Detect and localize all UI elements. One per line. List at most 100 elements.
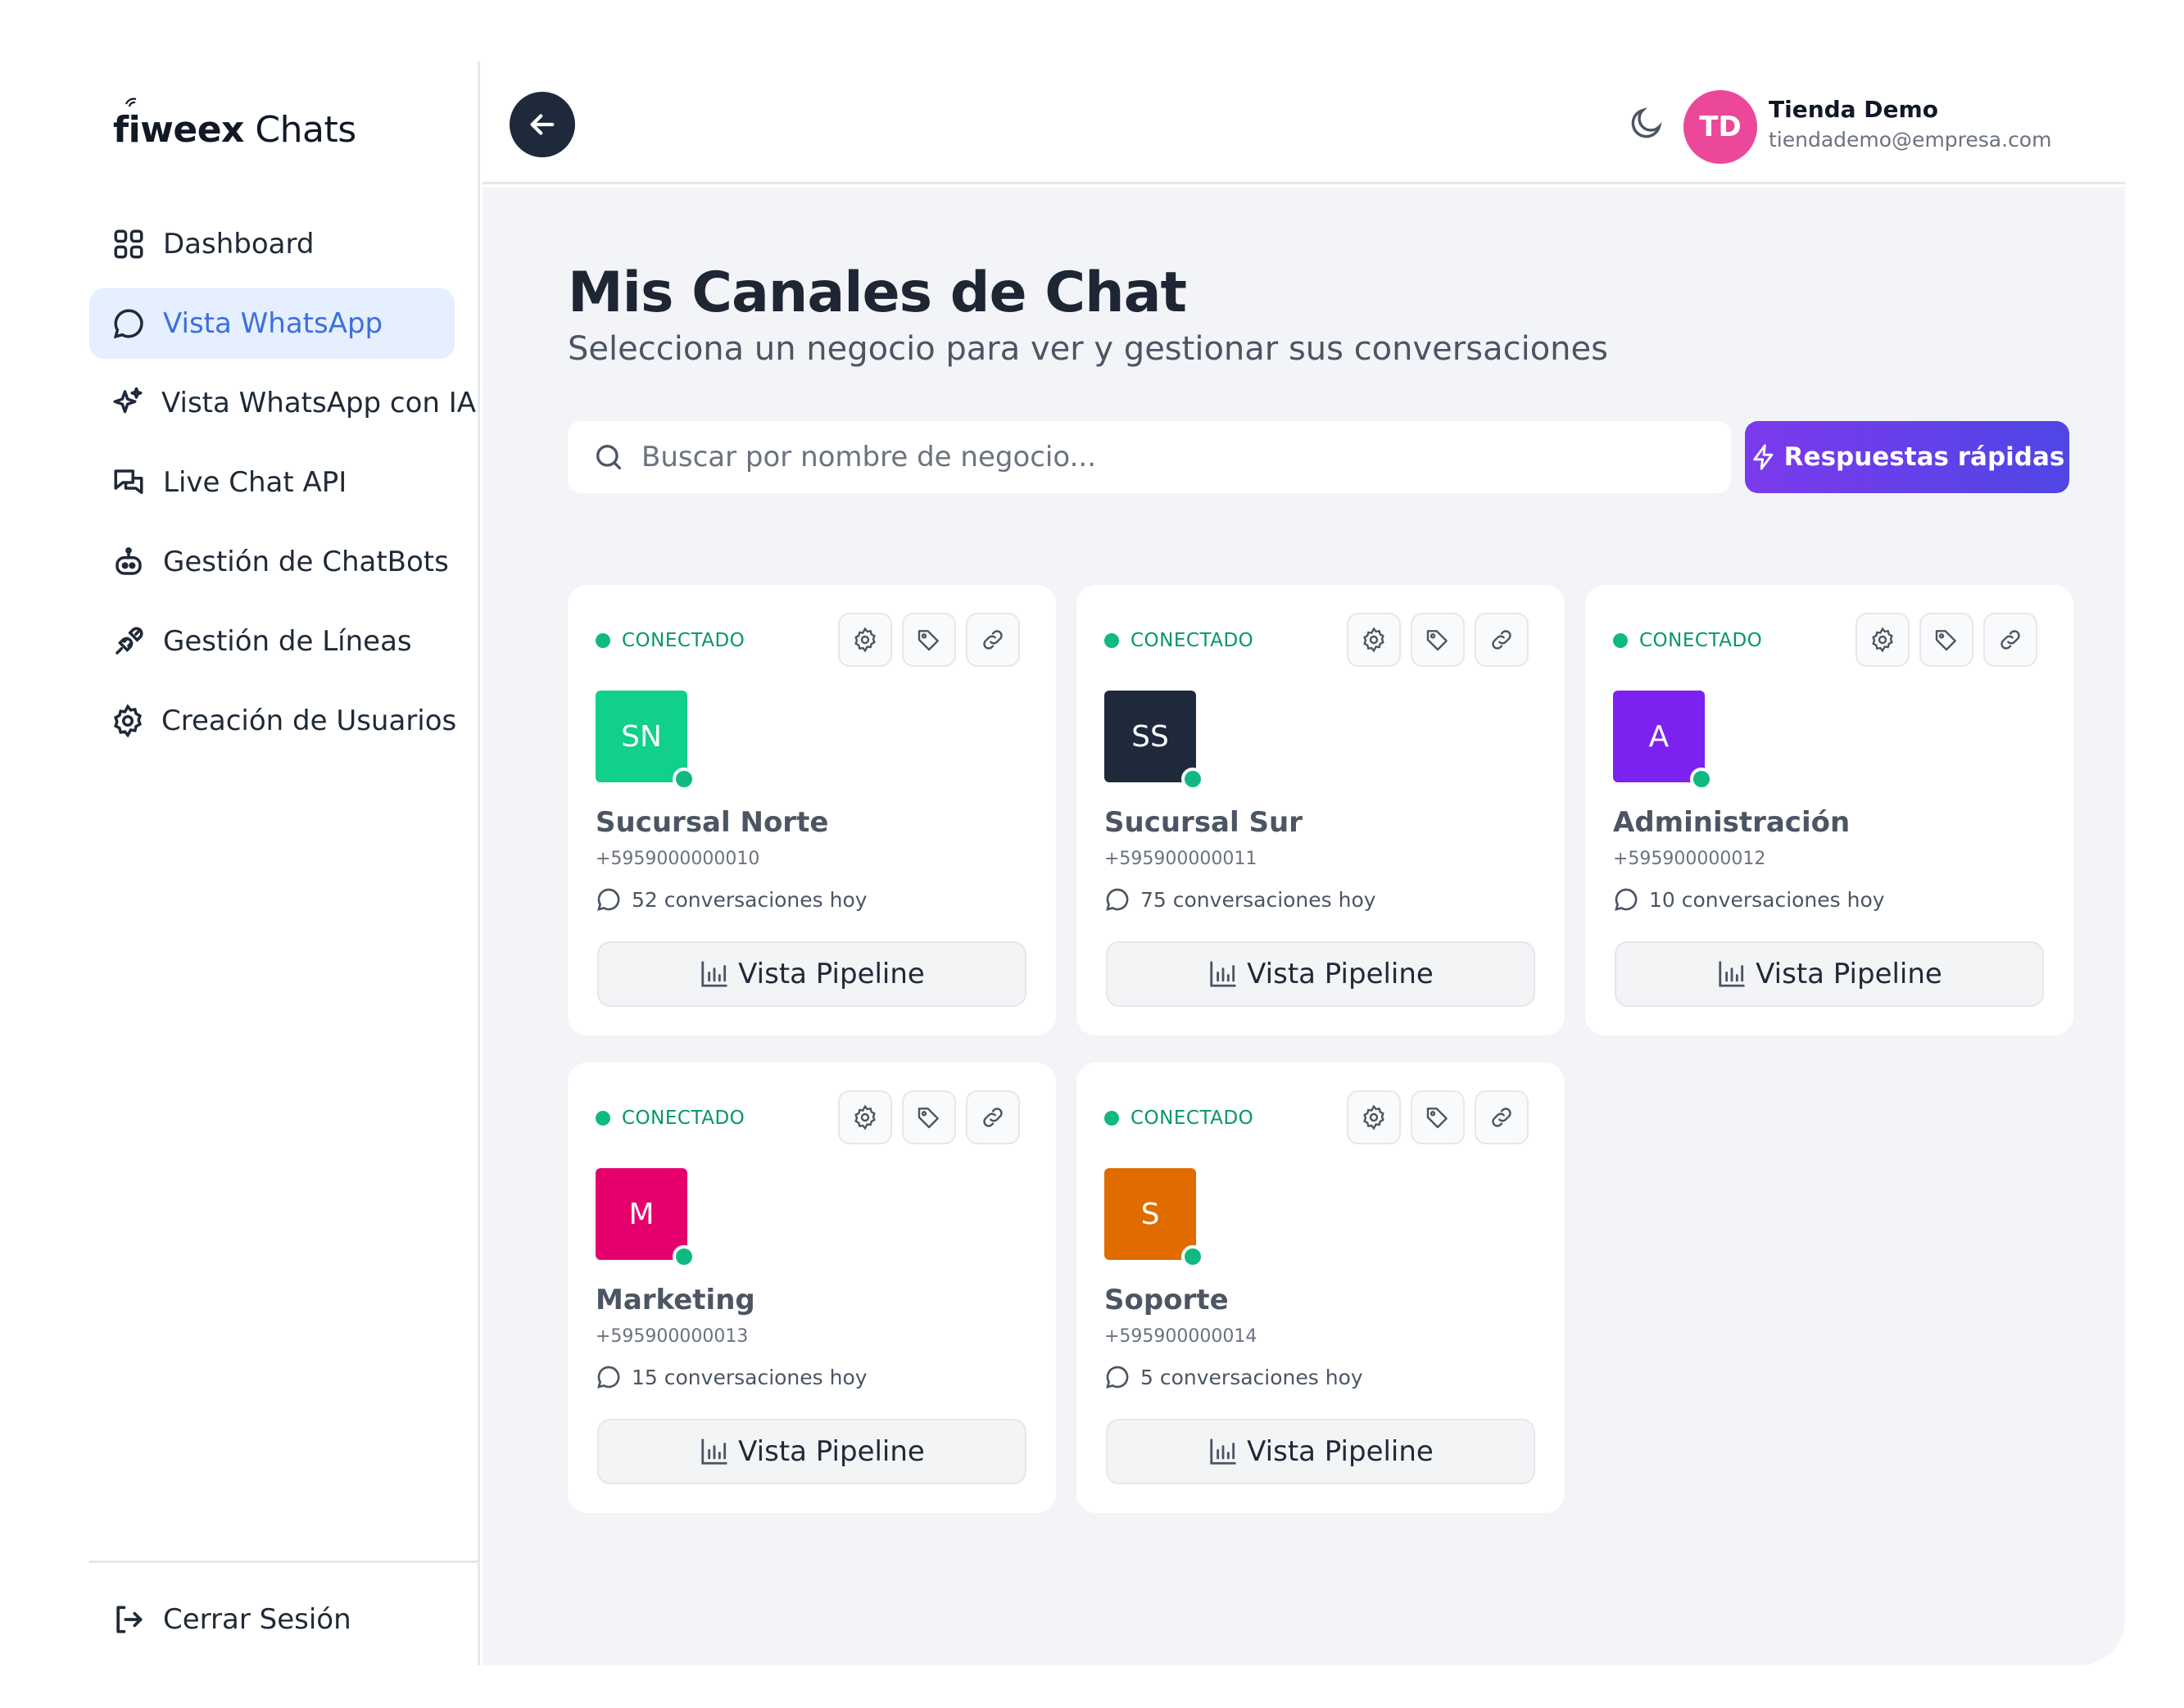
settings-button[interactable] [838,1090,892,1144]
sidebar-item-live-chat-api[interactable]: Live Chat API [89,447,455,518]
sidebar-item-label: Vista WhatsApp [163,307,383,340]
sidebar-item-vista-whatsapp[interactable]: Vista WhatsApp [89,288,455,359]
channel-card[interactable]: CONECTADO A Administración +595900000012… [1585,585,2073,1035]
sidebar-item-label: Gestión de Líneas [163,625,412,658]
chat-bubble-icon [1615,888,1638,911]
sidebar-item-usuarios[interactable]: Creación de Usuarios [89,686,456,756]
sidebar: fiweex Chats Dashboard Vista WhatsApp Vi… [0,61,480,1665]
channel-card[interactable]: CONECTADO SN Sucursal Norte +59590000000… [568,585,1056,1035]
bar-chart-icon [1210,1438,1236,1465]
tags-button[interactable] [902,613,956,667]
sidebar-item-dashboard[interactable]: Dashboard [89,209,455,279]
search-bar[interactable] [568,421,1731,493]
lightning-icon [1752,444,1774,470]
conversations-label: 52 conversaciones hoy [632,887,868,912]
top-header: TD Tienda Demo tiendademo@empresa.com [483,61,2125,184]
back-button[interactable] [510,92,575,157]
channel-card[interactable]: CONECTADO S Soporte +595900000014 5 conv… [1076,1062,1565,1513]
link-button[interactable] [966,613,1020,667]
sidebar-item-chatbots[interactable]: Gestión de ChatBots [89,527,455,597]
pipeline-button[interactable]: Vista Pipeline [597,941,1026,1007]
conversations-count: 10 conversaciones hoy [1613,886,1885,913]
status-label: CONECTADO [1639,630,1763,651]
app-root: fiweex Chats Dashboard Vista WhatsApp Vi… [0,0,2184,1708]
status-label: CONECTADO [1131,630,1254,651]
dark-mode-toggle[interactable] [1628,104,1665,142]
logout-label: Cerrar Sesión [163,1603,351,1636]
avatar[interactable]: TD [1683,90,1757,164]
quick-replies-button[interactable]: Respuestas rápidas [1745,421,2069,493]
gear-icon [854,627,876,653]
settings-button[interactable] [1347,1090,1401,1144]
status-label: CONECTADO [622,1108,745,1129]
status-badge: CONECTADO [1104,630,1253,651]
status-dot [596,633,610,648]
channel-initials: SN [621,719,662,754]
gear-icon [1363,1104,1384,1130]
page-title: Mis Canales de Chat [568,261,1187,325]
channel-card[interactable]: CONECTADO SS Sucursal Sur +595900000011 … [1076,585,1565,1035]
pipeline-label: Vista Pipeline [1247,958,1434,990]
channel-initials: M [628,1197,655,1231]
conversations-count: 15 conversaciones hoy [596,1364,868,1390]
channel-avatar: SS [1104,691,1204,791]
link-button[interactable] [1475,613,1529,667]
tags-button[interactable] [1411,613,1465,667]
channel-card[interactable]: CONECTADO M Marketing +595900000013 15 c… [568,1062,1056,1513]
gear-icon [1872,627,1893,653]
pipeline-button[interactable]: Vista Pipeline [1106,941,1535,1007]
logo-suffix: Chats [243,109,356,151]
sidebar-divider [89,1561,480,1563]
tag-icon [1426,1108,1448,1129]
channel-name: Administración [1613,806,1851,839]
settings-button[interactable] [1855,613,1910,667]
link-button[interactable] [1983,613,2037,667]
grid-icon [111,226,147,262]
tags-button[interactable] [1919,613,1973,667]
chats-icon [111,464,147,501]
sidebar-item-vista-whatsapp-ia[interactable]: Vista WhatsApp con IA [89,368,476,438]
channel-initials: S [1140,1197,1160,1231]
gear-icon [854,1104,876,1130]
arrow-left-icon [530,114,555,135]
bar-chart-icon [701,961,727,987]
pipeline-button[interactable]: Vista Pipeline [1615,941,2044,1007]
sidebar-item-lineas[interactable]: Gestión de Líneas [89,606,455,677]
tag-icon [918,630,939,651]
settings-button[interactable] [838,613,892,667]
gear-icon [1363,627,1384,653]
status-dot [1104,633,1119,648]
tag-icon [918,1108,939,1129]
conversations-count: 5 conversaciones hoy [1104,1364,1363,1390]
link-icon [983,630,1003,650]
search-input[interactable] [641,441,1706,473]
search-icon [596,445,621,469]
conversations-count: 52 conversaciones hoy [596,886,868,913]
tags-button[interactable] [902,1090,956,1144]
channel-name: Marketing [596,1284,755,1316]
status-label: CONECTADO [622,630,745,651]
bot-icon [111,544,147,580]
tags-button[interactable] [1411,1090,1465,1144]
status-badge: CONECTADO [1613,630,1762,651]
settings-button[interactable] [1347,613,1401,667]
user-name: Tienda Demo [1769,96,1938,123]
channel-initials: SS [1131,719,1169,754]
bar-chart-icon [701,1438,727,1465]
tag-icon [1935,630,1956,651]
channel-phone: +595900000014 [1104,1326,1257,1347]
chat-bubble-icon [1106,888,1129,911]
channel-name: Soporte [1104,1284,1229,1316]
pipeline-button[interactable]: Vista Pipeline [597,1419,1026,1484]
link-button[interactable] [1475,1090,1529,1144]
gear-icon [111,703,145,739]
app-logo[interactable]: fiweex Chats [113,97,356,151]
online-indicator [673,1245,696,1268]
logo-brand: fiweex [113,109,244,151]
link-button[interactable] [966,1090,1020,1144]
channel-initials: A [1648,719,1670,754]
pipeline-button[interactable]: Vista Pipeline [1106,1419,1535,1484]
logout-button[interactable]: Cerrar Sesión [111,1602,351,1638]
logout-icon [111,1602,147,1638]
conversations-label: 5 conversaciones hoy [1140,1365,1363,1389]
